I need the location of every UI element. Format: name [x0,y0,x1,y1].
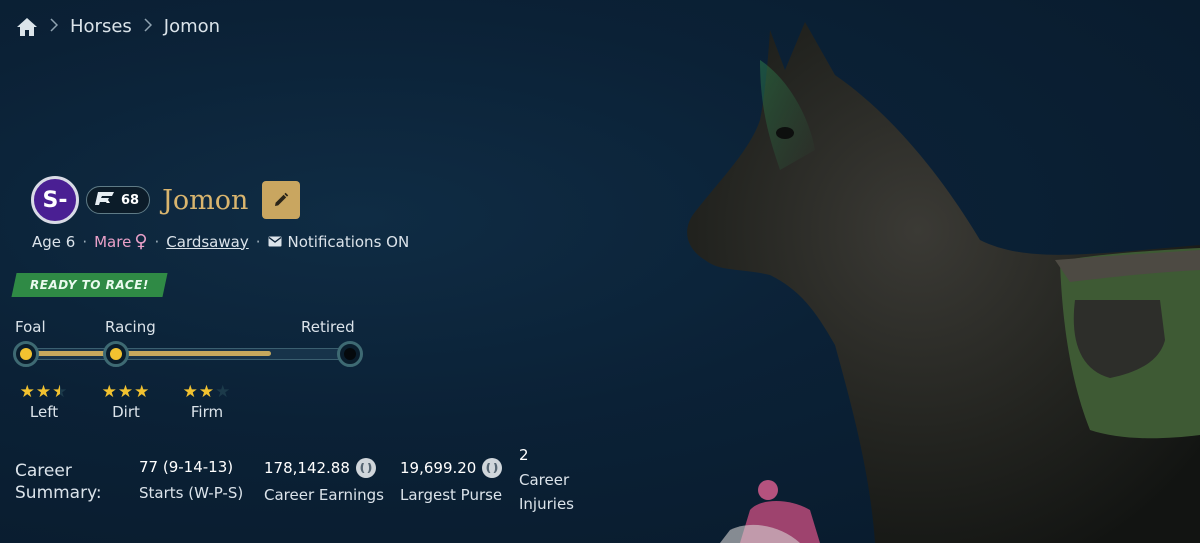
stat-starts-label: Starts (W-P-S) [139,484,244,502]
horse-header: S- 68 Jomon [31,176,301,224]
star-rating: ★★★ [20,384,69,401]
horse-sex: Mare ♀ [94,231,147,252]
star-full-icon: ★ [117,382,135,402]
horse-age: Age 6 [32,232,76,251]
status-badge: READY TO RACE! [11,273,168,297]
status-badge-text: READY TO RACE! [30,278,149,292]
breadcrumb-horses-link[interactable]: Horses [70,16,132,37]
star-rating: ★★★ [102,384,151,401]
preference-surface: ★★★ Dirt [94,384,158,422]
notifications-toggle[interactable]: Notifications ON [268,232,410,251]
star-full-icon: ★ [198,382,216,402]
stat-injuries: 2 Career Injuries [519,446,574,516]
star-full-icon: ★ [182,382,199,402]
lifecycle-fill [24,351,272,356]
stat-injuries-value: 2 [519,446,529,464]
injuries-label-line1: Career [519,471,570,489]
stat-earnings-label: Career Earnings [264,486,384,504]
horse-name: Jomon [162,184,249,216]
star-rating: ★★★ [183,384,232,401]
edit-name-button[interactable] [262,181,301,219]
star-full-icon: ★ [35,382,53,402]
career-summary-title: Career Summary: [15,460,102,504]
lifecycle-node-retired [337,341,363,367]
home-icon[interactable] [16,17,38,37]
stat-purse-value: 19,699.20 [400,458,503,478]
notifications-label: Notifications ON [287,232,410,251]
stat-injuries-label: Career Injuries [519,468,574,516]
meta-separator: · [255,232,261,251]
injuries-label-line2: Injuries [519,495,574,513]
meta-separator: · [82,232,88,251]
rating-badge: 68 [86,186,151,214]
career-summary-title-line1: Career [15,461,72,481]
preference-direction: ★★★ Left [14,384,74,422]
stage-label-racing: Racing [105,318,156,336]
lifecycle-node-foal [13,341,39,367]
meta-separator: · [154,232,160,251]
earnings-amount: 178,142.88 [264,459,350,477]
grade-badge: S- [31,176,79,224]
owner-link[interactable]: Cardsaway [166,233,248,251]
grade-text: S- [42,187,68,213]
preference-label: Left [29,403,59,421]
chevron-right-icon [142,17,154,36]
horseshoe-coin-icon [482,458,503,478]
star-half-icon: ★ [52,382,69,402]
lifecycle-progress [13,341,365,367]
preference-label: Dirt [112,403,140,421]
stage-label-retired: Retired [301,318,355,336]
star-full-icon: ★ [101,382,118,402]
stat-purse-label: Largest Purse [400,486,503,504]
stage-label-foal: Foal [15,318,46,336]
jockey-image [720,480,820,543]
preference-condition: ★★★ Firm [175,384,239,422]
chevron-right-icon [48,17,60,36]
horseshoe-coin-icon [355,458,376,478]
star-empty-icon: ★ [215,382,232,402]
preference-label: Firm [190,403,224,421]
lifecycle-track [21,348,357,360]
stat-earnings-value: 178,142.88 [264,458,384,478]
purse-amount: 19,699.20 [400,459,477,477]
horse-image [687,22,1200,543]
lifecycle-node-racing [103,341,129,367]
stat-largest-purse: 19,699.20 Largest Purse [400,458,503,506]
female-icon: ♀ [134,231,148,252]
career-summary-title-line2: Summary: [15,483,102,503]
breadcrumb: Horses Jomon [16,16,220,37]
rating-icon [95,190,115,210]
horse-sex-label: Mare [94,232,132,251]
breadcrumb-current: Jomon [163,16,221,37]
horse-meta: Age 6 · Mare ♀ · Cardsaway · Notificatio… [32,231,409,252]
stat-starts: 77 (9-14-13) Starts (W-P-S) [139,458,243,504]
star-full-icon: ★ [134,382,151,402]
stat-starts-value: 77 (9-14-13) [139,458,234,476]
rating-value: 68 [121,192,140,208]
stat-earnings: 178,142.88 Career Earnings [264,458,384,506]
envelope-icon [268,236,281,247]
star-full-icon: ★ [19,382,36,402]
pencil-icon [275,192,289,206]
